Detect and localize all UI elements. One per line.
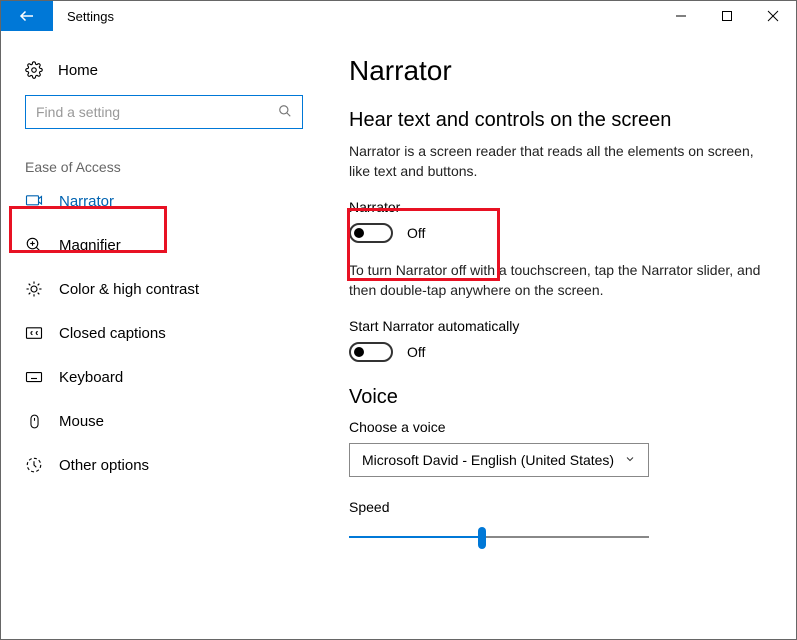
auto-toggle-label: Start Narrator automatically xyxy=(349,318,762,334)
narrator-toggle-state: Off xyxy=(407,225,425,241)
sidebar-item-color-contrast[interactable]: Color & high contrast xyxy=(1,267,321,311)
maximize-button[interactable] xyxy=(704,1,750,31)
auto-toggle-state: Off xyxy=(407,344,425,360)
magnifier-icon xyxy=(25,236,43,254)
back-arrow-icon xyxy=(18,7,36,25)
sidebar-item-magnifier[interactable]: Magnifier xyxy=(1,223,321,267)
search-input[interactable] xyxy=(36,104,278,120)
sidebar-item-label: Keyboard xyxy=(59,369,123,386)
page-title: Narrator xyxy=(349,55,762,87)
toggle-knob xyxy=(354,228,364,238)
narrator-toggle-label: Narrator xyxy=(349,199,762,215)
sidebar-home-label: Home xyxy=(58,62,98,79)
section-hear-text: Hear text and controls on the screen xyxy=(349,109,762,132)
chevron-down-icon xyxy=(624,452,636,468)
narrator-icon xyxy=(25,192,43,210)
sidebar-item-other-options[interactable]: Other options xyxy=(1,443,321,487)
search-icon xyxy=(278,104,292,121)
slider-fill xyxy=(349,536,484,538)
voice-select[interactable]: Microsoft David - English (United States… xyxy=(349,443,649,477)
sidebar-item-label: Magnifier xyxy=(59,237,121,254)
search-input-container[interactable] xyxy=(25,95,303,129)
sidebar-item-label: Color & high contrast xyxy=(59,281,199,298)
slider-thumb[interactable] xyxy=(478,527,486,549)
sidebar-item-label: Narrator xyxy=(59,193,114,210)
keyboard-icon xyxy=(25,368,43,386)
narrator-description: Narrator is a screen reader that reads a… xyxy=(349,142,762,181)
maximize-icon xyxy=(721,10,733,22)
title-bar-drag-area[interactable] xyxy=(128,1,658,31)
sidebar-item-narrator[interactable]: Narrator xyxy=(1,179,321,223)
speed-label: Speed xyxy=(349,499,762,515)
minimize-button[interactable] xyxy=(658,1,704,31)
speed-slider[interactable] xyxy=(349,525,649,549)
sidebar-item-label: Closed captions xyxy=(59,325,166,342)
voice-select-value: Microsoft David - English (United States… xyxy=(362,452,614,468)
sidebar-category: Ease of Access xyxy=(1,129,321,179)
sidebar-item-label: Mouse xyxy=(59,413,104,430)
window-title: Settings xyxy=(53,1,128,31)
cc-icon xyxy=(25,324,43,342)
sidebar-item-mouse[interactable]: Mouse xyxy=(1,399,321,443)
toggle-knob xyxy=(354,347,364,357)
close-button[interactable] xyxy=(750,1,796,31)
sidebar-item-label: Other options xyxy=(59,457,149,474)
narrator-toggle[interactable] xyxy=(349,223,393,243)
sidebar-item-keyboard[interactable]: Keyboard xyxy=(1,355,321,399)
other-icon xyxy=(25,456,43,474)
auto-start-toggle[interactable] xyxy=(349,342,393,362)
sidebar-item-closed-captions[interactable]: Closed captions xyxy=(1,311,321,355)
brightness-icon xyxy=(25,280,43,298)
sidebar-home[interactable]: Home xyxy=(1,55,321,95)
choose-voice-label: Choose a voice xyxy=(349,419,762,435)
back-button[interactable] xyxy=(1,1,53,31)
minimize-icon xyxy=(675,10,687,22)
mouse-icon xyxy=(25,412,43,430)
gear-icon xyxy=(25,61,43,79)
touchscreen-hint: To turn Narrator off with a touchscreen,… xyxy=(349,261,762,300)
close-icon xyxy=(767,10,779,22)
section-voice: Voice xyxy=(349,386,762,409)
